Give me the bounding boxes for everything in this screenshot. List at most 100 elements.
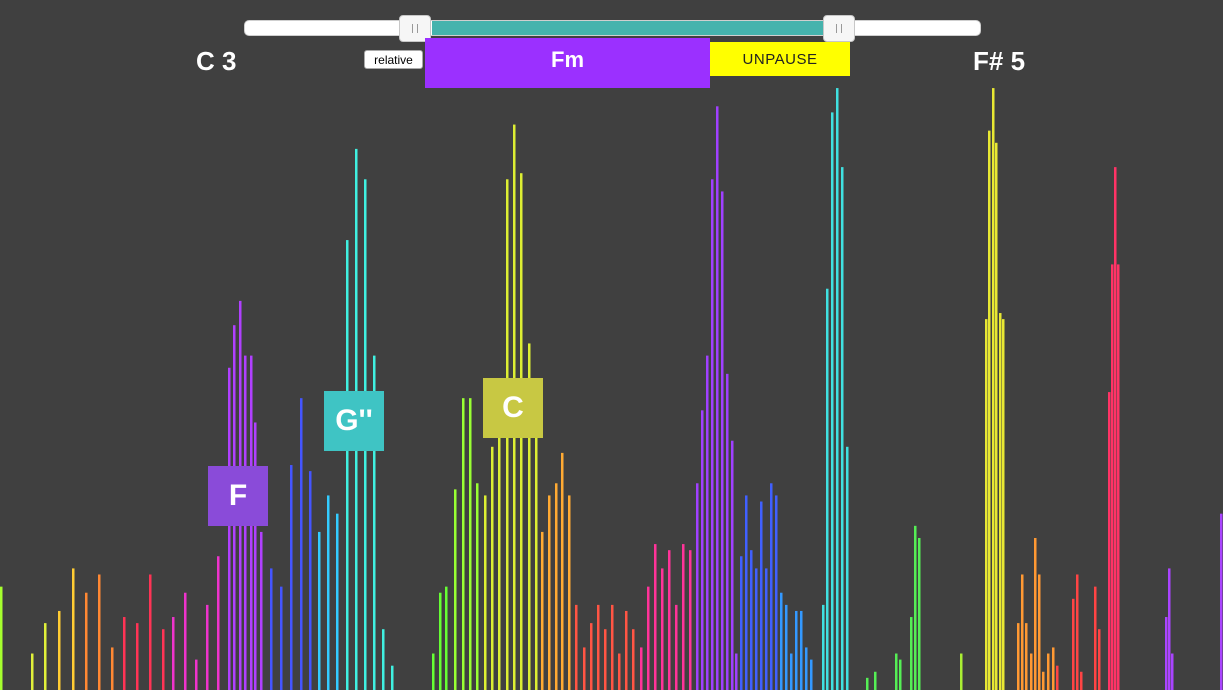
spectrum-bar bbox=[770, 483, 773, 690]
spectrum-bar bbox=[1220, 513, 1223, 690]
spectrum-bar bbox=[841, 167, 844, 690]
spectrum-bar bbox=[682, 544, 685, 690]
spectrum-bar bbox=[960, 653, 963, 690]
spectrum-bar bbox=[726, 373, 729, 690]
spectrum-bar bbox=[1111, 264, 1114, 690]
spectrum-bar bbox=[58, 610, 61, 690]
unpause-button[interactable]: UNPAUSE bbox=[710, 42, 850, 76]
spectrum-bar bbox=[611, 604, 614, 690]
spectrum-bar bbox=[454, 489, 457, 690]
spectrum-bar bbox=[668, 550, 671, 690]
spectrum-bar bbox=[800, 610, 803, 690]
spectrum-bar bbox=[184, 592, 187, 690]
spectrum-bar bbox=[1076, 574, 1079, 690]
spectrum-bar bbox=[1165, 617, 1168, 690]
spectrum-bar bbox=[918, 538, 921, 690]
spectrum-bar bbox=[795, 610, 798, 690]
spectrum-bar bbox=[701, 410, 704, 690]
spectrum-bar bbox=[1017, 623, 1020, 690]
spectrum-bar bbox=[654, 544, 657, 690]
spectrum-bar bbox=[760, 501, 763, 690]
spectrum-bar bbox=[583, 647, 586, 690]
spectrum-bar bbox=[195, 659, 198, 690]
peak-label-f: F bbox=[208, 466, 268, 526]
spectrum-bar bbox=[618, 653, 621, 690]
spectrum-bar bbox=[711, 179, 714, 690]
spectrum-bar bbox=[1056, 665, 1059, 690]
spectrum-bar bbox=[1094, 586, 1097, 690]
low-note-label: C 3 bbox=[196, 46, 237, 76]
spectrum-bar bbox=[336, 513, 339, 690]
spectrum-bar bbox=[217, 556, 220, 690]
spectrum-bar bbox=[309, 471, 312, 690]
spectrum-bar bbox=[846, 446, 849, 690]
spectrum-bar bbox=[755, 568, 758, 690]
range-high-handle[interactable] bbox=[823, 15, 855, 42]
spectrum-bar bbox=[988, 130, 991, 690]
spectrum-bar bbox=[0, 586, 3, 690]
spectrum-bar bbox=[382, 629, 385, 690]
spectrum-bar bbox=[716, 106, 719, 690]
spectrum-bar bbox=[1171, 653, 1174, 690]
spectrum-bar bbox=[745, 495, 748, 690]
spectrum-bar bbox=[661, 568, 664, 690]
spectrum-bar bbox=[914, 525, 917, 690]
spectrum-bar bbox=[910, 617, 913, 690]
spectrum-bar bbox=[590, 623, 593, 690]
spectrum-bar bbox=[123, 617, 126, 690]
peak-label-c: C bbox=[483, 378, 543, 438]
spectrum-bar bbox=[805, 647, 808, 690]
spectrum-bar bbox=[604, 629, 607, 690]
spectrum-bar bbox=[72, 568, 75, 690]
spectrum-bar bbox=[810, 659, 813, 690]
spectrum-bar bbox=[1072, 598, 1075, 690]
high-note-label: F# 5 bbox=[973, 46, 1026, 76]
spectrum-bar bbox=[1108, 392, 1111, 690]
spectrum-bar bbox=[1021, 574, 1024, 690]
spectrum-bar bbox=[750, 550, 753, 690]
spectrum-bar bbox=[98, 574, 101, 690]
relative-button[interactable]: relative bbox=[364, 50, 423, 69]
spectrum-bar bbox=[775, 495, 778, 690]
spectrum-bar bbox=[575, 604, 578, 690]
peak-label-g: G'' bbox=[324, 391, 384, 451]
spectrum-bar bbox=[1047, 653, 1050, 690]
spectrum-bar bbox=[568, 495, 571, 690]
spectrum-bar bbox=[541, 531, 544, 690]
spectrum-bar bbox=[206, 604, 209, 690]
spectrum-bar bbox=[597, 604, 600, 690]
spectrum-bar bbox=[895, 653, 898, 690]
spectrum-bar bbox=[706, 355, 709, 690]
spectrum-bar bbox=[300, 398, 303, 690]
spectrum-bar bbox=[1080, 671, 1083, 690]
spectrum-bar bbox=[822, 604, 825, 690]
spectrum-bar bbox=[874, 671, 877, 690]
spectrum-bar bbox=[696, 483, 699, 690]
chord-display: Fm bbox=[425, 38, 710, 88]
spectrum-bar bbox=[290, 465, 293, 690]
spectrum-bar bbox=[1042, 671, 1045, 690]
spectrum-bar bbox=[640, 647, 643, 690]
spectrum-bar bbox=[445, 586, 448, 690]
spectrum-bar bbox=[1034, 538, 1037, 690]
spectrum-bar bbox=[866, 677, 869, 690]
spectrum-bar bbox=[228, 367, 231, 690]
spectrum-bar bbox=[136, 623, 139, 690]
spectrum-bar bbox=[721, 191, 724, 690]
spectrum-bar bbox=[1002, 319, 1005, 690]
spectrum-bar bbox=[270, 568, 273, 690]
spectrum-bar bbox=[469, 398, 472, 690]
spectrum-bar bbox=[111, 647, 114, 690]
spectrum-bar bbox=[85, 592, 88, 690]
spectrum-bar bbox=[280, 586, 283, 690]
spectrum-bar bbox=[172, 617, 175, 690]
spectrum-bar bbox=[647, 586, 650, 690]
spectrum-bar bbox=[391, 665, 394, 690]
spectrum-bar bbox=[327, 495, 330, 690]
spectrum-bar bbox=[1114, 167, 1117, 690]
spectrum-bar bbox=[780, 592, 783, 690]
spectrum-bar bbox=[689, 550, 692, 690]
spectrum-bar bbox=[625, 610, 628, 690]
spectrum-bar bbox=[1052, 647, 1055, 690]
spectrum-bar bbox=[254, 422, 257, 690]
